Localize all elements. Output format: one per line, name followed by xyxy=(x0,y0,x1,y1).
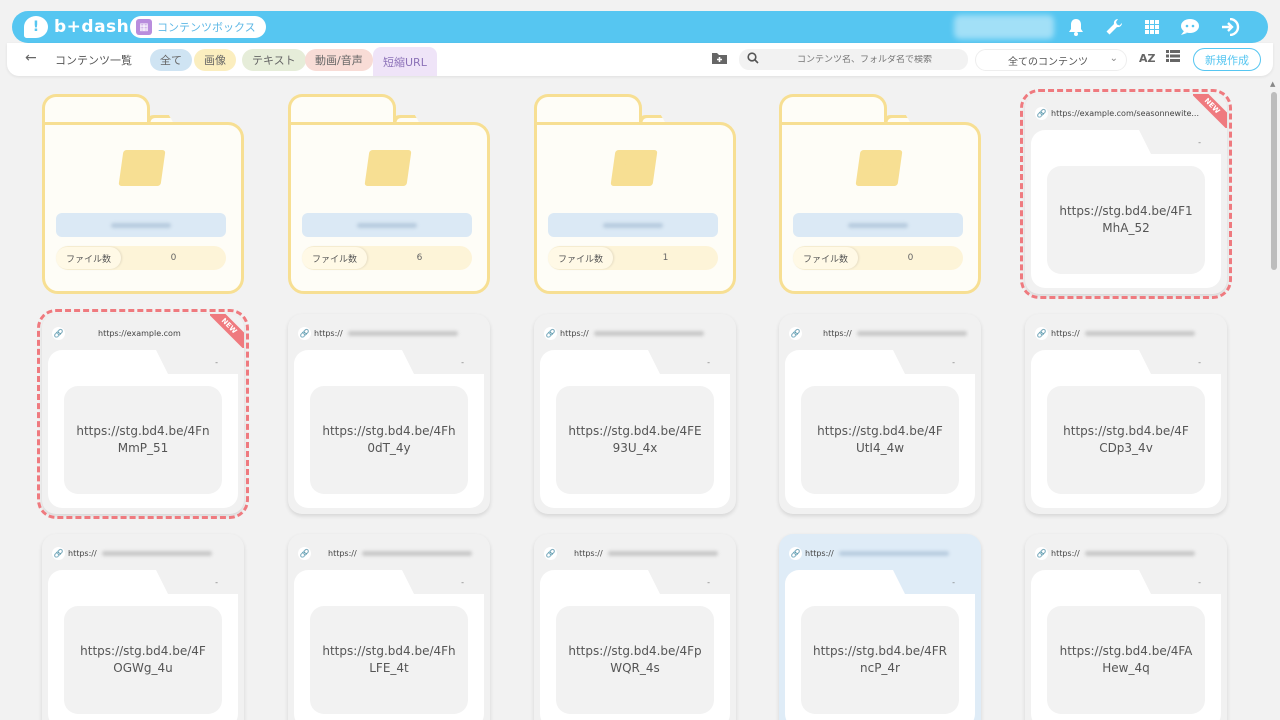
source-url: https:// xyxy=(1051,328,1080,338)
source-url: https:// xyxy=(314,328,343,338)
content-box-button[interactable]: ▦ コンテンツボックス xyxy=(130,16,266,38)
select-value: 全てのコンテンツ xyxy=(1008,56,1088,68)
source-url: https:// xyxy=(823,328,852,338)
scroll-up-icon[interactable]: ▲ xyxy=(1270,80,1275,88)
folder-card[interactable]: ファイル数 0 xyxy=(779,94,981,294)
url-card[interactable]: 🔗 https:// - https://stg.bd4.be/4FE93U_4x xyxy=(534,314,736,514)
link-icon: 🔗 xyxy=(298,326,311,340)
filter-bar: ← コンテンツ一覧 全て 画像 テキスト 動画/音声 短縮URL 全てのコンテン… xyxy=(7,43,1273,76)
link-icon: 🔗 xyxy=(52,546,65,560)
folder-name xyxy=(548,213,718,237)
filter-chip-short-url[interactable]: 短縮URL xyxy=(373,47,437,76)
url-card[interactable]: 🔗 https:// - https://stg.bd4.be/4FCDp3_4v xyxy=(1025,314,1227,514)
content-type-select[interactable]: 全てのコンテンツ ⌄ xyxy=(975,49,1127,71)
short-url: https://stg.bd4.be/4F1MhA_52 xyxy=(1047,166,1205,274)
link-icon: 🔗 xyxy=(298,546,311,560)
short-url: https://stg.bd4.be/4FUtI4_4w xyxy=(801,386,959,494)
url-card[interactable]: 🔗 https:// - https://stg.bd4.be/4FOGWg_4u xyxy=(42,534,244,720)
scrollbar-thumb[interactable] xyxy=(1271,92,1277,270)
source-url: https:// xyxy=(560,328,589,338)
link-icon: 🔗 xyxy=(52,326,65,340)
filter-chip-text[interactable]: テキスト xyxy=(242,49,306,71)
bell-icon[interactable] xyxy=(1064,16,1088,38)
link-icon: 🔗 xyxy=(544,326,557,340)
folder-stack-icon xyxy=(854,150,904,190)
filter-chip-video[interactable]: 動画/音声 xyxy=(305,49,373,71)
filter-chip-image[interactable]: 画像 xyxy=(194,49,236,71)
folder-card[interactable]: ファイル数 1 xyxy=(534,94,736,294)
folder-name xyxy=(56,213,226,237)
url-card[interactable]: 🔗 https:// - https://stg.bd4.be/4Fh0dT_4y xyxy=(288,314,490,514)
folder-name xyxy=(302,213,472,237)
folder-card[interactable]: ファイル数 0 xyxy=(42,94,244,294)
link-icon: 🔗 xyxy=(1035,106,1048,120)
page-title: コンテンツ一覧 xyxy=(55,54,132,67)
source-url: https:// xyxy=(328,548,357,558)
new-badge: NEW xyxy=(210,314,244,348)
short-url: https://stg.bd4.be/4FAHew_4q xyxy=(1047,606,1205,714)
short-url: https://stg.bd4.be/4FCDp3_4v xyxy=(1047,386,1205,494)
url-card[interactable]: 🔗 https:// - https://stg.bd4.be/4FRncP_4r xyxy=(779,534,981,720)
url-card[interactable]: 🔗 https://example.com/seasonnewite... - h… xyxy=(1020,89,1232,299)
content-box-label: コンテンツボックス xyxy=(157,21,256,34)
folder-file-count: ファイル数 6 xyxy=(302,246,472,270)
link-icon: 🔗 xyxy=(1035,546,1048,560)
sort-az-icon[interactable]: AZ xyxy=(1139,52,1156,65)
logo-mark-icon: ! xyxy=(24,16,48,38)
short-url: https://stg.bd4.be/4FpWQR_4s xyxy=(556,606,714,714)
short-url: https://stg.bd4.be/4FE93U_4x xyxy=(556,386,714,494)
link-icon: 🔗 xyxy=(789,546,802,560)
folder-stack-icon xyxy=(363,150,413,190)
create-new-button[interactable]: 新規作成 xyxy=(1193,48,1261,71)
source-url: https:// xyxy=(805,548,834,558)
user-info-blurred xyxy=(954,15,1054,39)
source-url: https:// xyxy=(68,548,97,558)
wrench-icon[interactable] xyxy=(1102,16,1126,38)
logout-icon[interactable] xyxy=(1218,16,1242,38)
short-url: https://stg.bd4.be/4FhLFE_4t xyxy=(310,606,468,714)
source-url: https:// xyxy=(574,548,603,558)
chevron-down-icon: ⌄ xyxy=(1109,53,1118,64)
scrollbar[interactable]: ▲ xyxy=(1268,80,1280,720)
filter-chip-all[interactable]: 全て xyxy=(150,49,192,71)
chat-icon[interactable] xyxy=(1178,16,1202,38)
short-url: https://stg.bd4.be/4FnMmP_51 xyxy=(64,386,222,494)
url-card[interactable]: 🔗 https:// - https://stg.bd4.be/4FpWQR_4s xyxy=(534,534,736,720)
url-card[interactable]: 🔗 https:// - https://stg.bd4.be/4FhLFE_4t xyxy=(288,534,490,720)
folder-file-count: ファイル数 0 xyxy=(793,246,963,270)
new-badge: NEW xyxy=(1193,94,1227,128)
search-input[interactable] xyxy=(767,54,957,65)
source-url: https:// xyxy=(1051,548,1080,558)
source-url: https://example.com/seasonnewite... xyxy=(1051,108,1200,118)
url-card[interactable]: 🔗 https://example.com - https://stg.bd4.b… xyxy=(37,309,249,519)
app-logo[interactable]: ! b+dash xyxy=(24,15,129,39)
url-card[interactable]: 🔗 https:// - https://stg.bd4.be/4FAHew_4q xyxy=(1025,534,1227,720)
url-card[interactable]: 🔗 https:// - https://stg.bd4.be/4FUtI4_4w xyxy=(779,314,981,514)
folder-name xyxy=(793,213,963,237)
search-box xyxy=(739,49,968,70)
folder-card[interactable]: ファイル数 6 xyxy=(288,94,490,294)
short-url: https://stg.bd4.be/4Fh0dT_4y xyxy=(310,386,468,494)
back-arrow-icon[interactable]: ← xyxy=(25,50,37,66)
list-view-icon[interactable] xyxy=(1166,50,1180,66)
top-header: ! b+dash ▦ コンテンツボックス xyxy=(12,11,1268,43)
folder-file-count: ファイル数 1 xyxy=(548,246,718,270)
folder-stack-icon xyxy=(609,150,659,190)
search-icon xyxy=(747,52,759,67)
grid-icon[interactable] xyxy=(1140,16,1164,38)
folder-file-count: ファイル数 0 xyxy=(56,246,226,270)
link-icon: 🔗 xyxy=(544,546,557,560)
link-icon: 🔗 xyxy=(789,326,802,340)
folder-add-icon[interactable] xyxy=(711,51,728,69)
folder-stack-icon xyxy=(117,150,167,190)
source-url: https://example.com xyxy=(98,328,181,338)
link-icon: 🔗 xyxy=(1035,326,1048,340)
short-url: https://stg.bd4.be/4FRncP_4r xyxy=(801,606,959,714)
box-icon: ▦ xyxy=(136,19,152,35)
logo-text: b+dash xyxy=(54,17,130,37)
short-url: https://stg.bd4.be/4FOGWg_4u xyxy=(64,606,222,714)
